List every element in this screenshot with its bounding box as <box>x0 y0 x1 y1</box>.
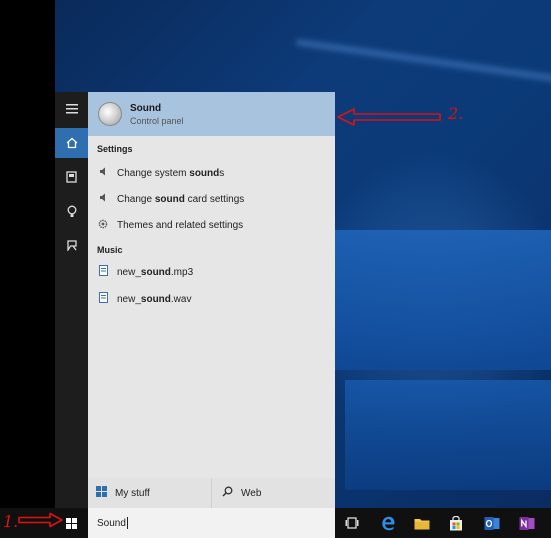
search-input[interactable]: Sound <box>88 508 335 538</box>
start-left-rail <box>55 92 88 508</box>
result-text-match: sound <box>140 293 171 305</box>
settings-heading: Settings <box>97 144 133 154</box>
notebook-icon[interactable] <box>55 162 88 192</box>
my-stuff-button[interactable]: My stuff <box>88 478 212 508</box>
home-icon[interactable] <box>55 128 88 158</box>
windows-logo-icon <box>66 517 77 529</box>
result-new-sound-wav[interactable]: new_sound.wav <box>88 287 335 311</box>
speaker-icon <box>97 167 109 179</box>
result-change-system-sounds[interactable]: Change system sounds <box>88 161 335 185</box>
result-text-post: s <box>219 167 225 179</box>
windows-logo-icon <box>96 486 107 500</box>
result-text-pre: Themes and related settings <box>117 219 244 231</box>
result-text-pre: Change system <box>117 167 190 179</box>
annotation-label-2: 2. <box>448 104 464 123</box>
result-text-post: card settings <box>184 193 245 205</box>
annotation-label-1: 1. <box>3 512 19 531</box>
music-heading: Music <box>97 245 123 255</box>
lightbulb-icon[interactable] <box>55 196 88 226</box>
web-button[interactable]: Web <box>212 478 335 508</box>
result-text-match: sound <box>140 266 171 278</box>
audio-file-icon <box>97 265 109 279</box>
best-match-title: Sound <box>130 102 162 114</box>
result-themes-related-settings[interactable]: Themes and related settings <box>88 213 335 237</box>
audio-file-icon <box>97 292 109 306</box>
feedback-icon[interactable] <box>55 230 88 260</box>
result-new-sound-mp3[interactable]: new_sound.mp3 <box>88 260 335 284</box>
web-label: Web <box>241 487 262 499</box>
result-text-post: .mp3 <box>170 266 194 278</box>
result-text-pre: new_ <box>117 266 141 278</box>
file-explorer-icon[interactable] <box>414 515 430 531</box>
outlook-icon[interactable] <box>484 515 500 531</box>
search-input-value: Sound <box>97 517 126 529</box>
annotation-arrow-1 <box>18 512 63 528</box>
text-caret <box>126 517 128 529</box>
result-text-post: .wav <box>170 293 192 305</box>
search-scope-bar: My stuff Web <box>88 478 335 508</box>
best-match-result-sound[interactable]: Sound Control panel <box>88 92 335 136</box>
result-change-sound-card-settings[interactable]: Change sound card settings <box>88 187 335 211</box>
task-view-icon[interactable] <box>344 515 360 531</box>
search-icon <box>222 486 233 500</box>
gear-icon <box>97 219 109 232</box>
store-icon[interactable] <box>448 515 464 531</box>
result-text-pre: new_ <box>117 293 141 305</box>
best-match-subtitle: Control panel <box>130 115 184 126</box>
search-results-panel: Sound Control panel Settings Change syst… <box>88 92 335 508</box>
result-text-pre: Change <box>117 193 155 205</box>
edge-browser-icon[interactable] <box>380 515 396 531</box>
taskbar: Sound <box>0 508 551 538</box>
result-text-match: sound <box>189 167 220 179</box>
result-text-match: sound <box>154 193 185 205</box>
speaker-icon <box>97 193 109 205</box>
hamburger-menu-icon[interactable] <box>55 94 88 124</box>
annotation-arrow-2 <box>337 108 441 126</box>
speaker-disc-icon <box>98 102 122 126</box>
my-stuff-label: My stuff <box>115 487 150 499</box>
onenote-icon[interactable] <box>519 515 535 531</box>
